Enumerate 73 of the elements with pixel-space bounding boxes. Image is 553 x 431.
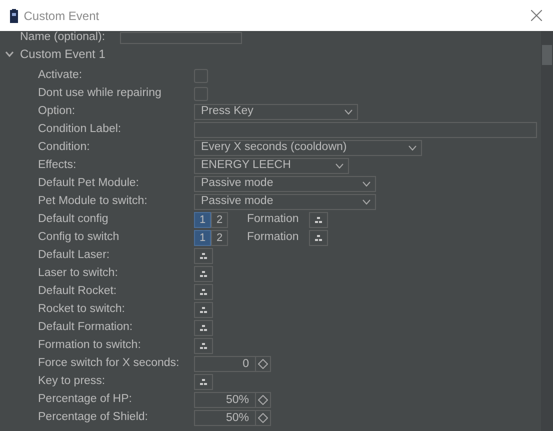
picker-button[interactable] — [194, 374, 213, 390]
dropdown[interactable]: Every X seconds (cooldown) — [194, 140, 422, 156]
picker-button[interactable] — [194, 338, 213, 354]
dropdown[interactable]: ENERGY LEECH — [194, 158, 349, 174]
field-label: Laser to switch: — [37, 266, 119, 282]
field-label: Effects: — [37, 158, 78, 174]
squares-icon — [314, 235, 322, 241]
squares-icon — [314, 217, 322, 223]
formation-label: Formation — [247, 212, 299, 228]
formation-label: Formation — [247, 230, 299, 246]
picker-button[interactable] — [308, 212, 328, 228]
field-label: Percentage of Shield: — [37, 410, 149, 426]
field-label: Config to switch — [37, 230, 120, 246]
picker-button[interactable] — [194, 266, 213, 282]
squares-icon — [200, 325, 207, 331]
picker-button[interactable] — [194, 248, 213, 264]
field-label: Rocket to switch: — [37, 302, 126, 318]
spinner-button[interactable] — [256, 392, 271, 408]
field-label: Default config — [37, 212, 110, 228]
app-icon — [10, 8, 18, 22]
name-field[interactable] — [120, 32, 242, 44]
caret-icon — [408, 145, 417, 151]
picker-button[interactable] — [194, 320, 213, 336]
field-label: Default Laser: — [37, 248, 111, 264]
field-label: Force switch for X seconds: — [37, 356, 180, 372]
squares-icon — [200, 253, 207, 259]
field-label: Formation to switch: — [37, 338, 142, 354]
field-label: Condition Label: — [37, 122, 122, 138]
picker-button[interactable] — [308, 230, 328, 246]
scrollbar[interactable] — [541, 31, 553, 431]
spinner-button[interactable] — [256, 410, 271, 426]
squares-icon — [200, 343, 207, 349]
field-label: Condition: — [37, 140, 91, 156]
picker-button[interactable] — [194, 302, 213, 318]
caret-icon — [362, 199, 371, 205]
dropdown[interactable]: Press Key — [194, 104, 358, 120]
squares-icon — [200, 289, 207, 295]
checkbox[interactable] — [194, 87, 208, 101]
caret-icon — [335, 163, 344, 169]
field-label: Option: — [37, 104, 76, 120]
config-button[interactable]: 1 — [194, 212, 211, 228]
section-title: Custom Event 1 — [20, 46, 106, 63]
text-field[interactable] — [194, 122, 537, 138]
config-button[interactable]: 1 — [194, 230, 211, 246]
caret-icon — [362, 181, 371, 187]
squares-icon — [200, 271, 207, 277]
field-label: Key to press: — [37, 374, 106, 390]
window-title: Custom Event — [24, 8, 100, 24]
expand-toggle[interactable] — [5, 51, 14, 57]
number-field[interactable]: 0 — [194, 356, 256, 372]
field-label: Default Pet Module: — [37, 176, 140, 192]
checkbox[interactable] — [194, 69, 208, 83]
field-label: Default Formation: — [37, 320, 134, 336]
field-label: Percentage of HP: — [37, 392, 133, 408]
field-label: Default Rocket: — [37, 284, 118, 300]
squares-icon — [200, 379, 207, 385]
diamond-icon — [258, 359, 268, 369]
number-field[interactable]: 50% — [194, 392, 256, 408]
number-field[interactable]: 50% — [194, 410, 256, 426]
field-label: Dont use while repairing — [37, 86, 162, 102]
close-icon[interactable] — [530, 10, 542, 21]
caret-icon — [344, 109, 353, 115]
field-label: Pet Module to switch: — [37, 194, 148, 210]
dropdown[interactable]: Passive mode — [194, 194, 376, 210]
dropdown[interactable]: Passive mode — [194, 176, 376, 192]
field-label: Activate: — [37, 68, 84, 84]
config-button[interactable]: 2 — [211, 212, 228, 228]
squares-icon — [200, 307, 207, 313]
config-button[interactable]: 2 — [211, 230, 228, 246]
caret-icon — [5, 51, 14, 57]
spinner-button[interactable] — [256, 356, 271, 372]
field-label: Name (optional): — [19, 31, 106, 46]
picker-button[interactable] — [194, 284, 213, 300]
